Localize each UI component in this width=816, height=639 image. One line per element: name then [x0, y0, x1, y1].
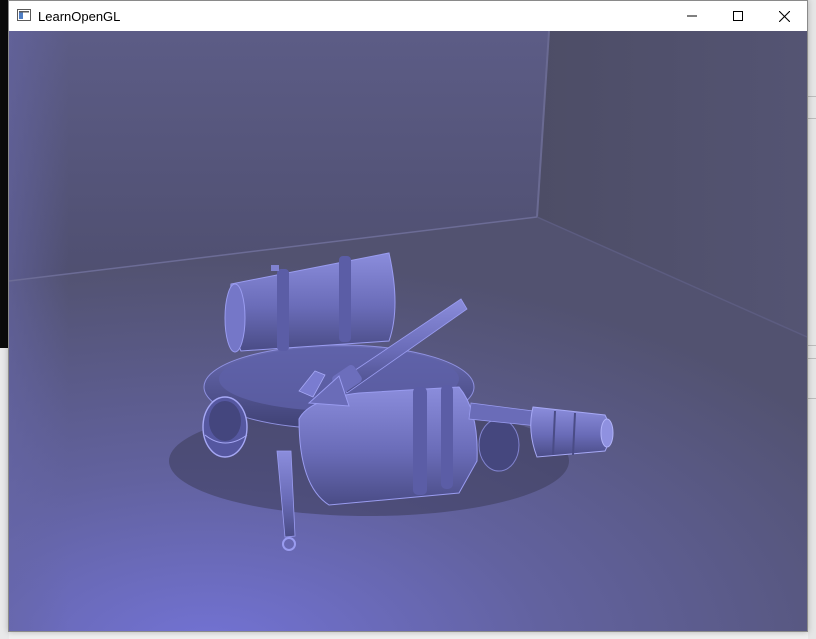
- opengl-render-viewport[interactable]: [9, 31, 807, 631]
- app-window-icon: [17, 9, 31, 21]
- title-bar[interactable]: LearnOpenGL: [9, 1, 807, 31]
- app-window: LearnOpenGL: [8, 0, 808, 632]
- maximize-icon: [733, 11, 743, 21]
- maximize-button[interactable]: [715, 1, 761, 31]
- close-icon: [778, 10, 790, 22]
- close-button[interactable]: [761, 1, 807, 31]
- rendered-scene: [9, 31, 807, 631]
- minimize-button[interactable]: [669, 1, 715, 31]
- desktop-background-right: [808, 0, 816, 639]
- window-title: LearnOpenGL: [38, 9, 121, 24]
- model-side-coil: [202, 396, 248, 458]
- minimize-icon: [687, 15, 697, 17]
